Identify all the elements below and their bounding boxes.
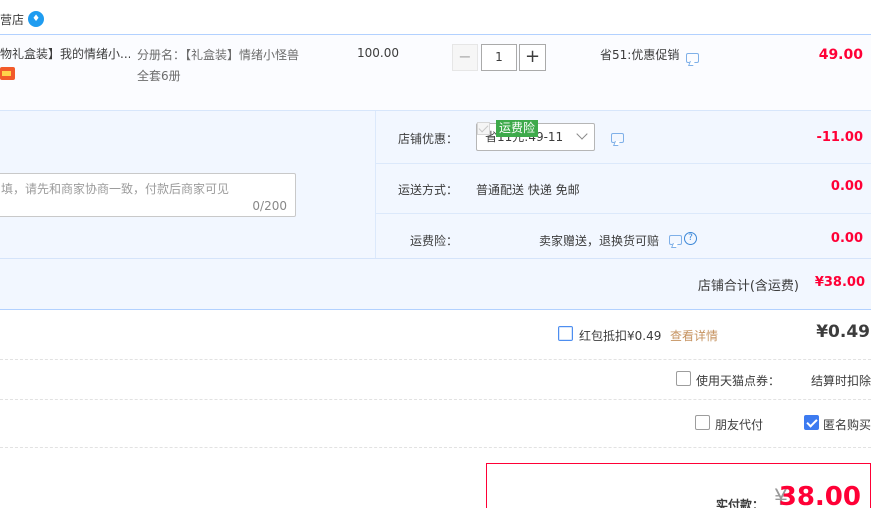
shop-total-value: ¥38.00: [814, 275, 865, 290]
shipping-amount: 0.00: [830, 179, 863, 194]
item-total: 49.00: [818, 47, 863, 63]
sku-line: 分册名：【礼盒装】情绪小怪兽: [137, 48, 300, 62]
anonymous-purchase-checkbox[interactable]: [804, 415, 819, 430]
shop-name[interactable]: 营店: [0, 11, 24, 28]
red-packet-checkbox[interactable]: [558, 326, 573, 341]
order-confirm-page: 营店 ♦ 物礼盒装】我的情绪小... 分册名：【礼盒装】情绪小怪兽 全套6册 1…: [0, 0, 876, 508]
gift-tag-icon: [0, 67, 15, 80]
divider: [0, 258, 871, 259]
payment-total: 38.00: [778, 482, 861, 508]
chat-icon[interactable]: [611, 133, 624, 143]
quantity-input[interactable]: 1: [481, 44, 517, 71]
item-title[interactable]: 物礼盒装】我的情绪小...: [0, 45, 130, 62]
tmall-points-checkbox[interactable]: [676, 371, 691, 386]
shipping-method: 普通配送 快递 免邮: [476, 183, 580, 197]
shop-total-label: 店铺合计(含运费): [697, 279, 799, 294]
divider: [0, 359, 871, 360]
divider: [375, 111, 376, 258]
vip-badge-icon: ♦: [28, 11, 44, 27]
friend-pay-checkbox[interactable]: [695, 415, 710, 430]
insurance-text: 卖家赠送，退换货可赔: [539, 234, 660, 248]
divider: [0, 447, 871, 448]
red-packet-label: 红包抵扣¥0.49: [579, 329, 662, 343]
insurance-checkbox: [477, 122, 490, 135]
payment-label: 实付款：: [715, 498, 764, 508]
sku-line: 全套6册: [137, 69, 181, 83]
unit-price: 100.00: [357, 46, 399, 60]
chevron-down-icon: [576, 128, 588, 140]
red-packet-value: ¥0.49: [816, 322, 870, 342]
tmall-points-label: 使用天猫点券：: [696, 374, 781, 388]
anonymous-purchase-label: 匿名购买: [823, 418, 872, 432]
help-icon[interactable]: ?: [684, 232, 697, 245]
red-packet-detail-link[interactable]: 查看详情: [670, 327, 718, 344]
payment-summary: 实付款： ¥ 38.00: [486, 463, 871, 508]
message-placeholder: 填，请先和商家协商一致，付款后商家可见: [1, 182, 230, 196]
sku-info: 分册名：【礼盒装】情绪小怪兽 全套6册: [137, 45, 312, 87]
quantity-increase-button[interactable]: +: [519, 44, 546, 71]
divider: [0, 399, 871, 400]
friend-pay-label: 朋友代付: [715, 418, 764, 432]
shop-discount-amount: -11.00: [816, 130, 863, 145]
buyer-message-input[interactable]: 填，请先和商家协商一致，付款后商家可见 0/200: [0, 173, 296, 217]
insurance-amount: 0.00: [830, 231, 863, 246]
shop-discount-label: 店铺优惠：: [397, 132, 458, 146]
item-row: 物礼盒装】我的情绪小... 分册名：【礼盒装】情绪小怪兽 全套6册 100.00…: [0, 34, 871, 110]
chat-icon[interactable]: [669, 235, 682, 245]
tmall-points-note: 结算时扣除: [811, 374, 872, 388]
divider: [376, 163, 871, 164]
chat-icon[interactable]: [686, 53, 699, 63]
promo-text: 省51:优惠促销: [600, 48, 680, 62]
message-char-count: 0/200: [252, 199, 287, 213]
insurance-badge: 运费险: [496, 120, 539, 137]
quantity-decrease-button[interactable]: −: [452, 44, 478, 71]
order-options: 填，请先和商家协商一致，付款后商家可见 0/200 店铺优惠： 省11元:49-…: [0, 110, 871, 310]
insurance-label: 运费险：: [409, 234, 458, 248]
shipping-label: 运送方式：: [397, 183, 458, 197]
divider: [376, 213, 871, 214]
